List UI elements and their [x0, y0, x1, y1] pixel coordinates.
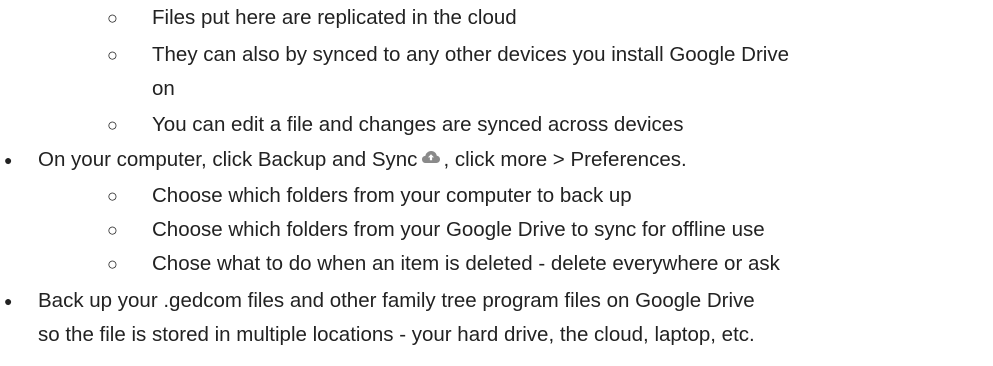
list-item-text: Choose which folders from your computer … [152, 184, 632, 207]
hollow-bullet: ○ [107, 220, 118, 240]
list-item: ● Back up your .gedcom files and other f… [0, 286, 993, 316]
list-item-text: Choose which folders from your Google Dr… [152, 218, 765, 241]
hollow-bullet: ○ [107, 115, 118, 135]
list-item-text: Files put here are replicated in the clo… [152, 6, 517, 29]
cloud-upload-icon [421, 143, 441, 173]
list-item-continuation: so the file is stored in multiple locati… [0, 320, 993, 350]
list-item: ○ Choose which folders from your compute… [0, 181, 993, 211]
list-item: ● On your computer, click Backup and Syn… [0, 145, 993, 175]
list-item-text: They can also by synced to any other dev… [152, 43, 789, 66]
list-item-continuation: on [0, 74, 993, 104]
hollow-bullet: ○ [107, 254, 118, 274]
list-item-text-part: , click more > Preferences. [443, 148, 687, 171]
list-item: ○ You can edit a file and changes are sy… [0, 110, 993, 140]
filled-bullet: ● [4, 293, 13, 309]
list-item-text: so the file is stored in multiple locati… [38, 323, 755, 346]
hollow-bullet: ○ [107, 45, 118, 65]
list-item-text: You can edit a file and changes are sync… [152, 113, 684, 136]
hollow-bullet: ○ [107, 8, 118, 28]
list-item: ○ Choose which folders from your Google … [0, 215, 993, 245]
hollow-bullet: ○ [107, 186, 118, 206]
list-item-text: Chose what to do when an item is deleted… [152, 252, 780, 275]
list-item: ○ They can also by synced to any other d… [0, 40, 993, 70]
list-item-text: On your computer, click Backup and Sync,… [38, 145, 687, 176]
list-item-text-part: On your computer, click Backup and Sync [38, 148, 418, 171]
list-item-text: on [152, 77, 175, 100]
list-item: ○ Chose what to do when an item is delet… [0, 249, 993, 279]
list-item-text: Back up your .gedcom files and other fam… [38, 289, 755, 312]
filled-bullet: ● [4, 152, 13, 168]
list-item: ○ Files put here are replicated in the c… [0, 3, 993, 33]
